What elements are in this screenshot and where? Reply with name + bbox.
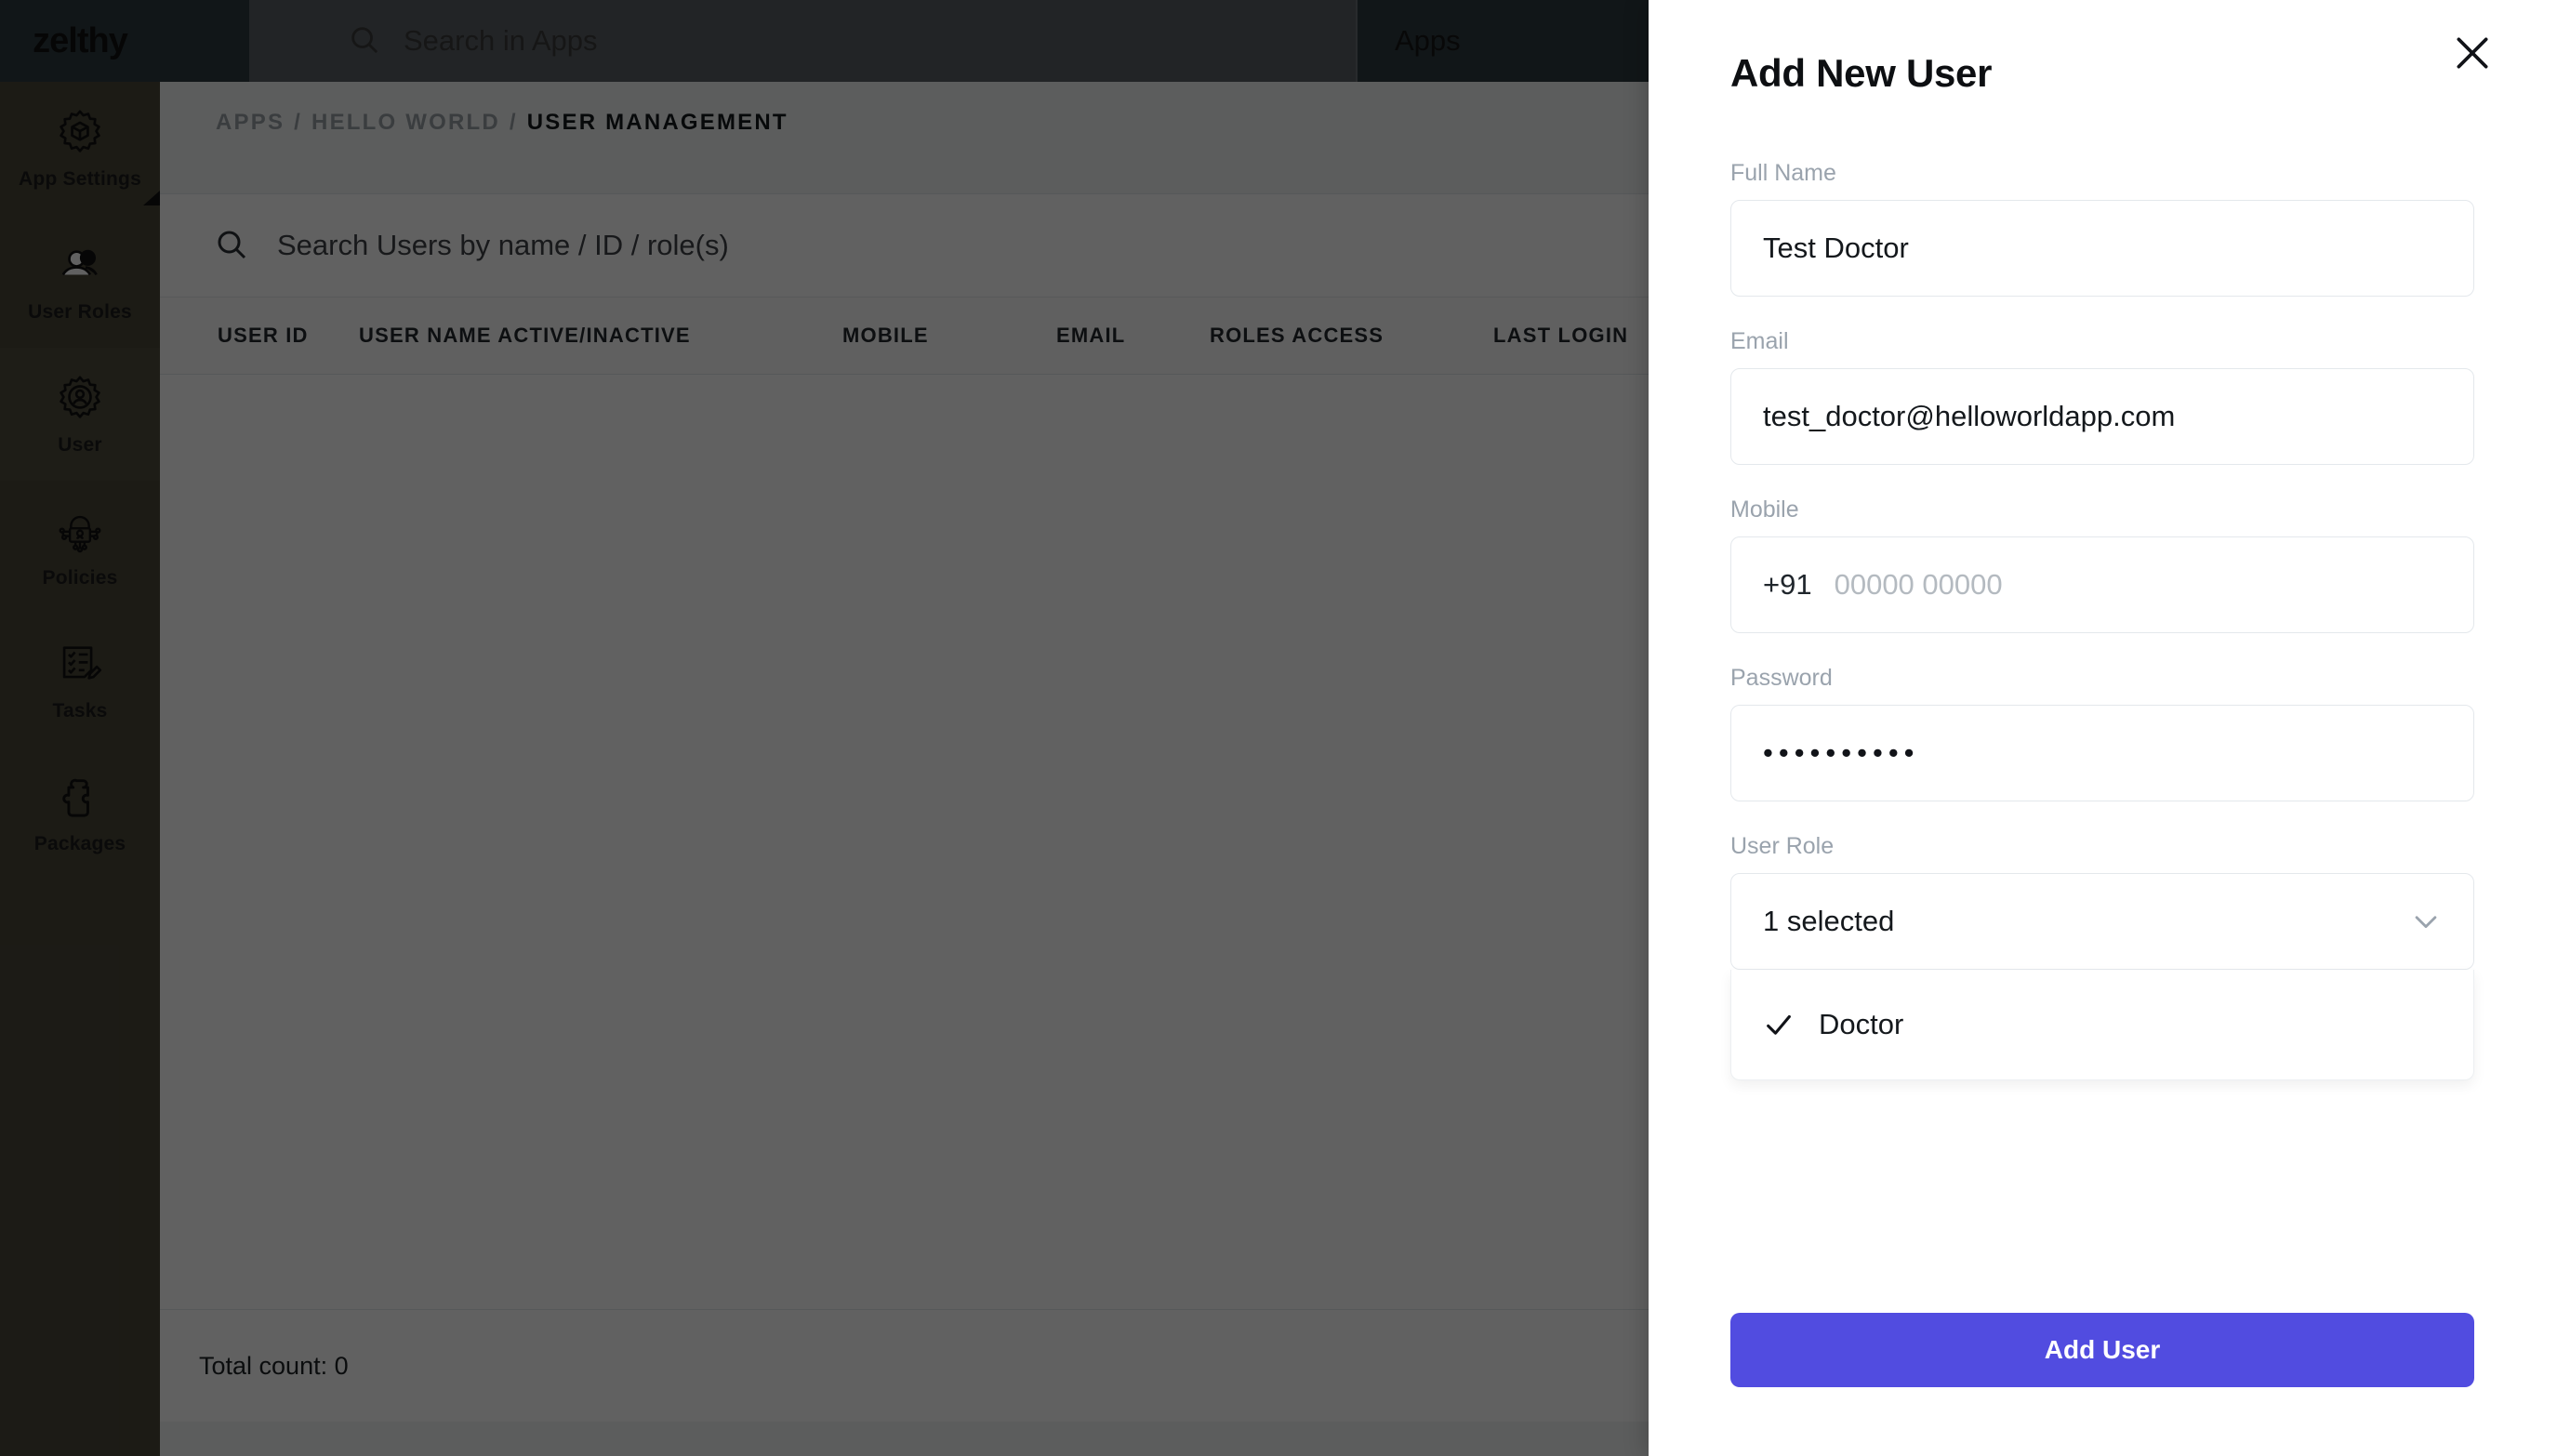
field-email: Email test_doctor@helloworldapp.com: [1730, 328, 2474, 465]
modal-scrim[interactable]: [0, 0, 1649, 1456]
field-user-role: User Role 1 selected Doctor: [1730, 833, 2474, 1080]
password-label: Password: [1730, 665, 1833, 691]
field-password: Password ••••••••••: [1730, 665, 2474, 801]
check-icon: [1763, 1009, 1795, 1040]
user-role-select[interactable]: 1 selected: [1730, 873, 2474, 970]
close-icon[interactable]: [2444, 24, 2501, 82]
full-name-label: Full Name: [1730, 160, 1836, 186]
full-name-input[interactable]: Test Doctor: [1730, 200, 2474, 297]
user-role-option-doctor[interactable]: Doctor: [1731, 970, 2473, 1079]
add-user-form: Full Name Test Doctor Email test_doctor@…: [1730, 160, 2474, 1080]
chevron-down-icon[interactable]: [2410, 906, 2442, 937]
add-user-button[interactable]: Add User: [1730, 1313, 2474, 1387]
email-input[interactable]: test_doctor@helloworldapp.com: [1730, 368, 2474, 465]
user-role-selected-text: 1 selected: [1763, 905, 1895, 937]
email-value: test_doctor@helloworldapp.com: [1763, 400, 2176, 432]
panel-title: Add New User: [1730, 51, 1993, 95]
field-mobile: Mobile +91 00000 00000: [1730, 496, 2474, 633]
mobile-label: Mobile: [1730, 496, 1799, 523]
user-role-dropdown: Doctor: [1730, 970, 2474, 1080]
password-input[interactable]: ••••••••••: [1730, 705, 2474, 801]
email-label: Email: [1730, 328, 1789, 354]
field-full-name: Full Name Test Doctor: [1730, 160, 2474, 297]
user-role-label: User Role: [1730, 833, 1835, 859]
user-role-option-label: Doctor: [1819, 1008, 1904, 1040]
mobile-country-code[interactable]: +91: [1763, 568, 1812, 602]
mobile-input[interactable]: +91 00000 00000: [1730, 536, 2474, 633]
mobile-placeholder: 00000 00000: [1834, 568, 2003, 601]
full-name-value: Test Doctor: [1763, 232, 1909, 264]
add-new-user-panel: Add New User Full Name Test Doctor Email…: [1649, 0, 2557, 1456]
password-masked-value: ••••••••••: [1763, 736, 1920, 769]
